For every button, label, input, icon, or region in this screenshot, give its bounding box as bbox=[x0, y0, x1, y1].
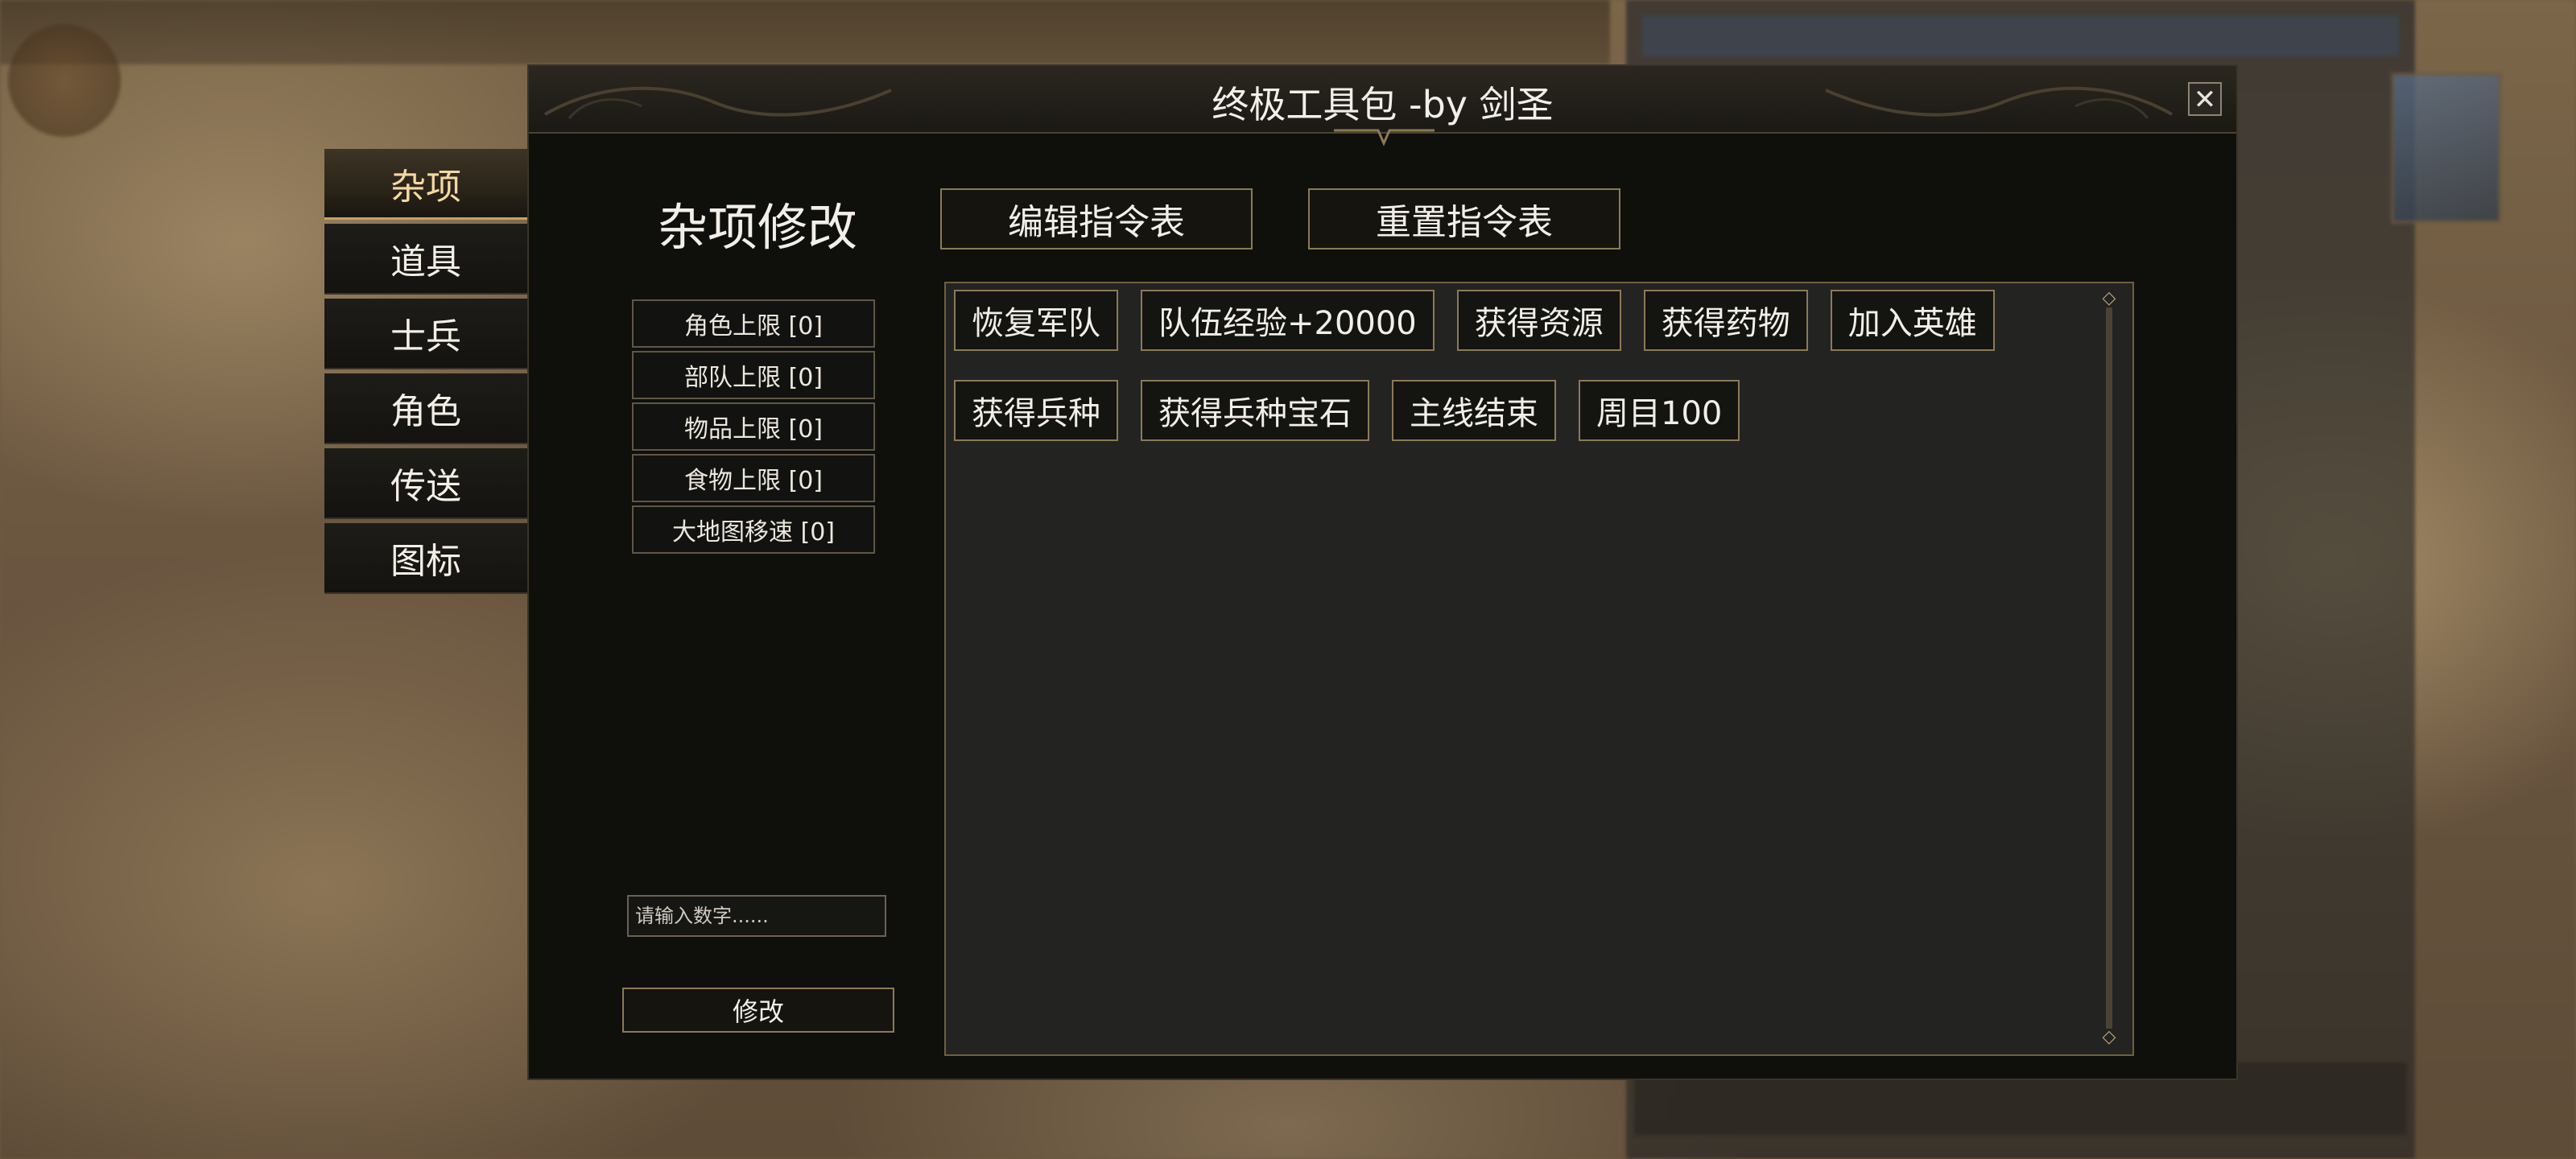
tab-characters[interactable]: 角色 bbox=[324, 373, 527, 444]
title-bar: 终极工具包 -by 剑圣 ✕ bbox=[529, 66, 2236, 134]
modify-button[interactable]: 修改 bbox=[622, 988, 894, 1033]
close-button[interactable]: ✕ bbox=[2188, 82, 2222, 116]
title-notch-icon bbox=[1334, 129, 1435, 146]
title-ornament-right-icon bbox=[1825, 86, 2173, 119]
toolkit-window: 终极工具包 -by 剑圣 ✕ 杂项修改 编辑指令表 重置指令表 角色上限 [0]… bbox=[527, 64, 2238, 1080]
command-get-unit-gem-button[interactable]: 获得兵种宝石 bbox=[1141, 380, 1369, 441]
map-speed-button[interactable]: 大地图移速 [0] bbox=[632, 505, 875, 554]
limit-list: 角色上限 [0] 部队上限 [0] 物品上限 [0] 食物上限 [0] 大地图移… bbox=[632, 299, 875, 557]
command-list: 恢复军队 队伍经验+20000 获得资源 获得药物 加入英雄 获得兵种 获得兵种… bbox=[954, 290, 2081, 470]
background-right-bar bbox=[1642, 16, 2399, 56]
command-restore-army-button[interactable]: 恢复军队 bbox=[954, 290, 1118, 351]
limit-character-button[interactable]: 角色上限 [0] bbox=[632, 299, 875, 348]
background-emblem bbox=[8, 24, 121, 137]
limit-food-button[interactable]: 食物上限 [0] bbox=[632, 454, 875, 502]
edit-commands-button[interactable]: 编辑指令表 bbox=[940, 188, 1253, 250]
background-top-bar bbox=[0, 0, 1610, 64]
scroll-up-icon[interactable]: ◇ bbox=[2100, 290, 2118, 307]
reset-commands-button[interactable]: 重置指令表 bbox=[1308, 188, 1620, 250]
tab-items[interactable]: 道具 bbox=[324, 224, 527, 295]
command-main-story-end-button[interactable]: 主线结束 bbox=[1392, 380, 1556, 441]
scroll-down-icon[interactable]: ◇ bbox=[2100, 1029, 2118, 1046]
background-portrait bbox=[2391, 72, 2502, 224]
tab-misc[interactable]: 杂项 bbox=[324, 149, 527, 220]
limit-item-button[interactable]: 物品上限 [0] bbox=[632, 402, 875, 451]
tab-teleport[interactable]: 传送 bbox=[324, 448, 527, 519]
number-input[interactable] bbox=[627, 895, 886, 937]
command-panel: 恢复军队 队伍经验+20000 获得资源 获得药物 加入英雄 获得兵种 获得兵种… bbox=[944, 282, 2134, 1056]
limit-troop-button[interactable]: 部队上限 [0] bbox=[632, 351, 875, 399]
command-team-exp-button[interactable]: 队伍经验+20000 bbox=[1141, 290, 1435, 351]
command-get-resources-button[interactable]: 获得资源 bbox=[1456, 290, 1621, 351]
command-get-unit-type-button[interactable]: 获得兵种 bbox=[954, 380, 1118, 441]
scroll-track[interactable] bbox=[2106, 307, 2112, 1029]
category-tabs: 杂项 道具 士兵 角色 传送 图标 bbox=[324, 149, 527, 598]
command-cycle-100-button[interactable]: 周目100 bbox=[1579, 380, 1740, 441]
command-scrollbar[interactable]: ◇ ◇ bbox=[2100, 290, 2118, 1046]
command-get-medicine-button[interactable]: 获得药物 bbox=[1643, 290, 1808, 351]
tab-soldiers[interactable]: 士兵 bbox=[324, 299, 527, 369]
tab-icons[interactable]: 图标 bbox=[324, 523, 527, 594]
section-title: 杂项修改 bbox=[658, 198, 858, 257]
command-add-hero-button[interactable]: 加入英雄 bbox=[1830, 290, 1995, 351]
